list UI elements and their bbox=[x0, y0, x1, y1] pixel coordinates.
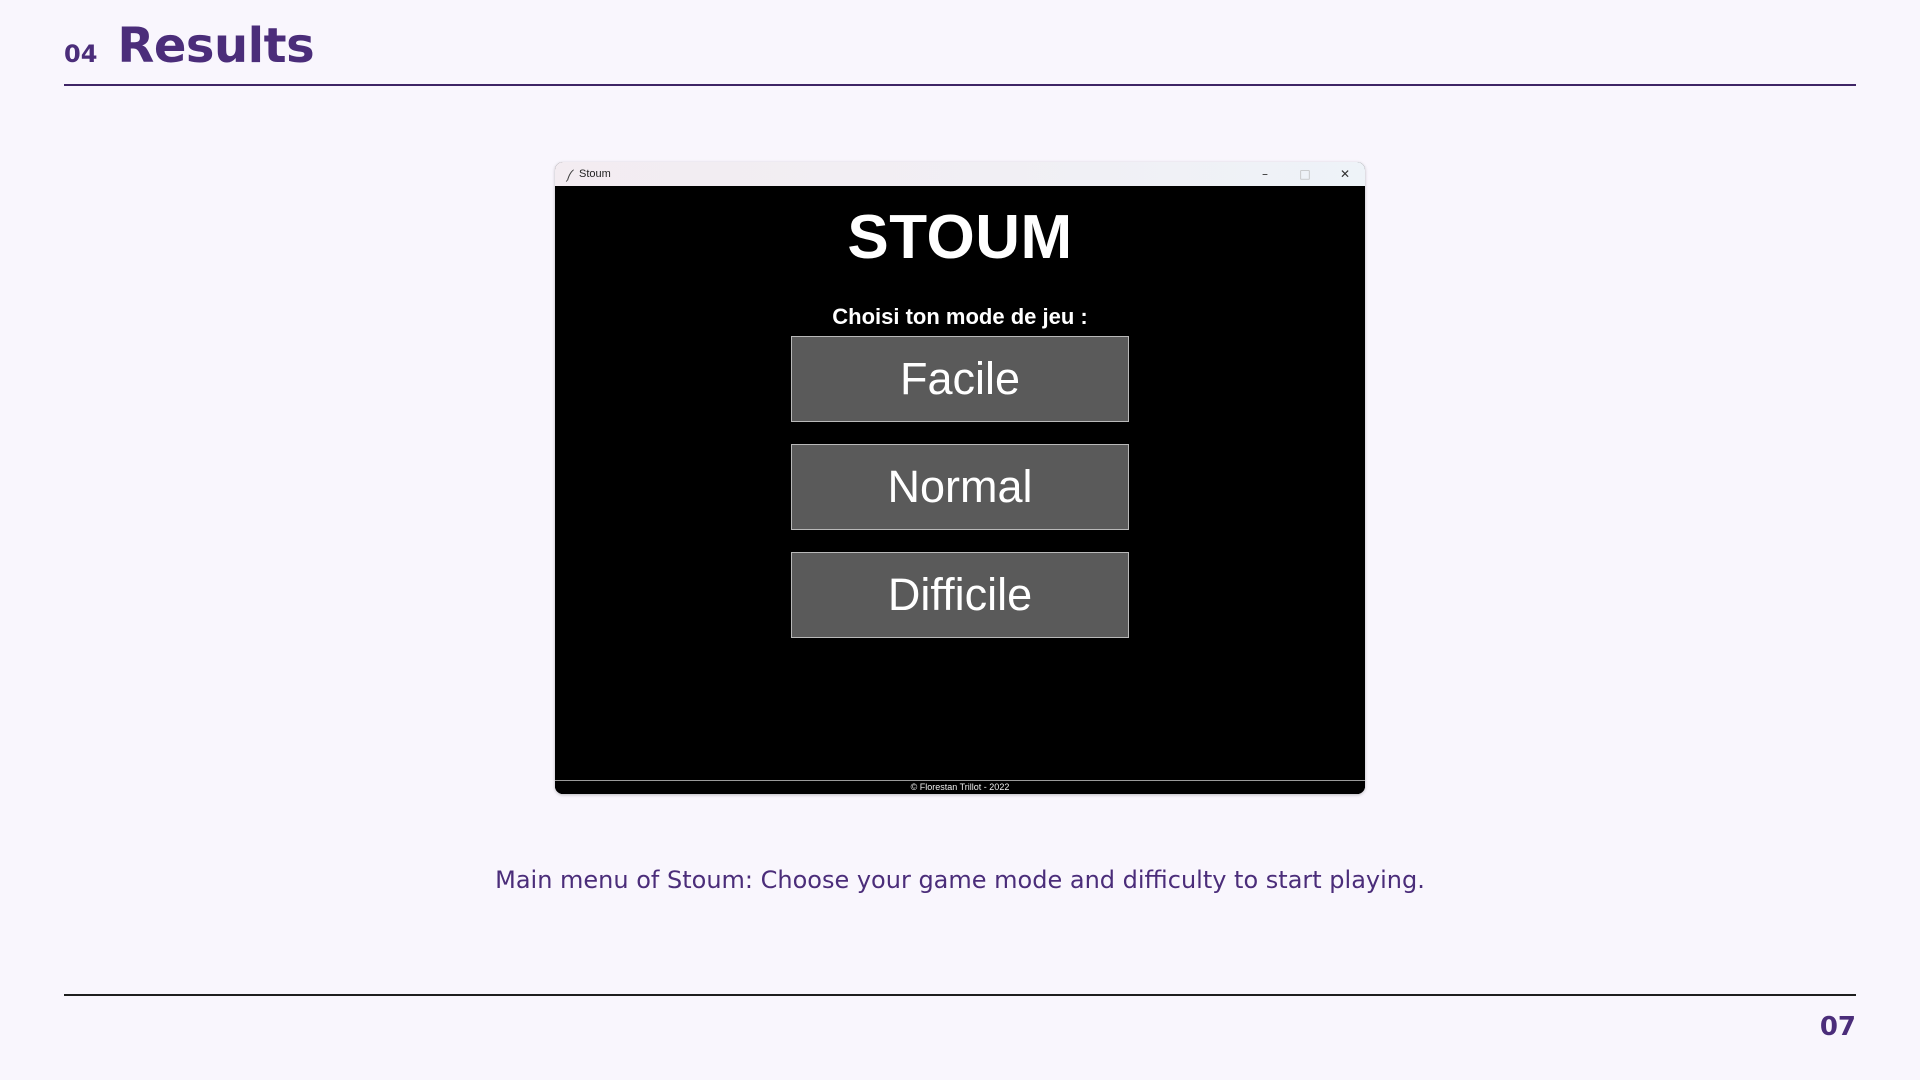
game-canvas: STOUM Choisi ton mode de jeu : Facile No… bbox=[555, 186, 1365, 794]
figure-caption: Main menu of Stoum: Choose your game mod… bbox=[495, 866, 1425, 894]
window-title: Stoum bbox=[579, 168, 611, 180]
feather-icon bbox=[563, 167, 577, 182]
window-titlebar[interactable]: Stoum – □ ✕ bbox=[555, 162, 1365, 186]
window-controls: – □ ✕ bbox=[1245, 162, 1365, 186]
game-title: STOUM bbox=[847, 203, 1073, 272]
difficile-button[interactable]: Difficile bbox=[791, 552, 1129, 638]
footer-divider bbox=[64, 994, 1856, 996]
close-button[interactable]: ✕ bbox=[1325, 162, 1365, 186]
slide-header: 04 Results bbox=[64, 18, 315, 74]
normal-button[interactable]: Normal bbox=[791, 444, 1129, 530]
section-title: Results bbox=[117, 18, 315, 74]
stoum-app-window: Stoum – □ ✕ STOUM Choisi ton mode de jeu… bbox=[555, 162, 1365, 794]
header-divider bbox=[64, 84, 1856, 86]
facile-button[interactable]: Facile bbox=[791, 336, 1129, 422]
slide: 04 Results Stoum – □ ✕ STOUM Choisi ton … bbox=[0, 0, 1920, 1080]
mode-prompt: Choisi ton mode de jeu : bbox=[832, 304, 1088, 329]
section-number: 04 bbox=[64, 40, 98, 68]
minimize-button[interactable]: – bbox=[1245, 162, 1285, 186]
maximize-button[interactable]: □ bbox=[1285, 162, 1325, 186]
page-number: 07 bbox=[1819, 1012, 1856, 1042]
copyright-footer: © Florestan Trillot - 2022 bbox=[555, 780, 1365, 794]
